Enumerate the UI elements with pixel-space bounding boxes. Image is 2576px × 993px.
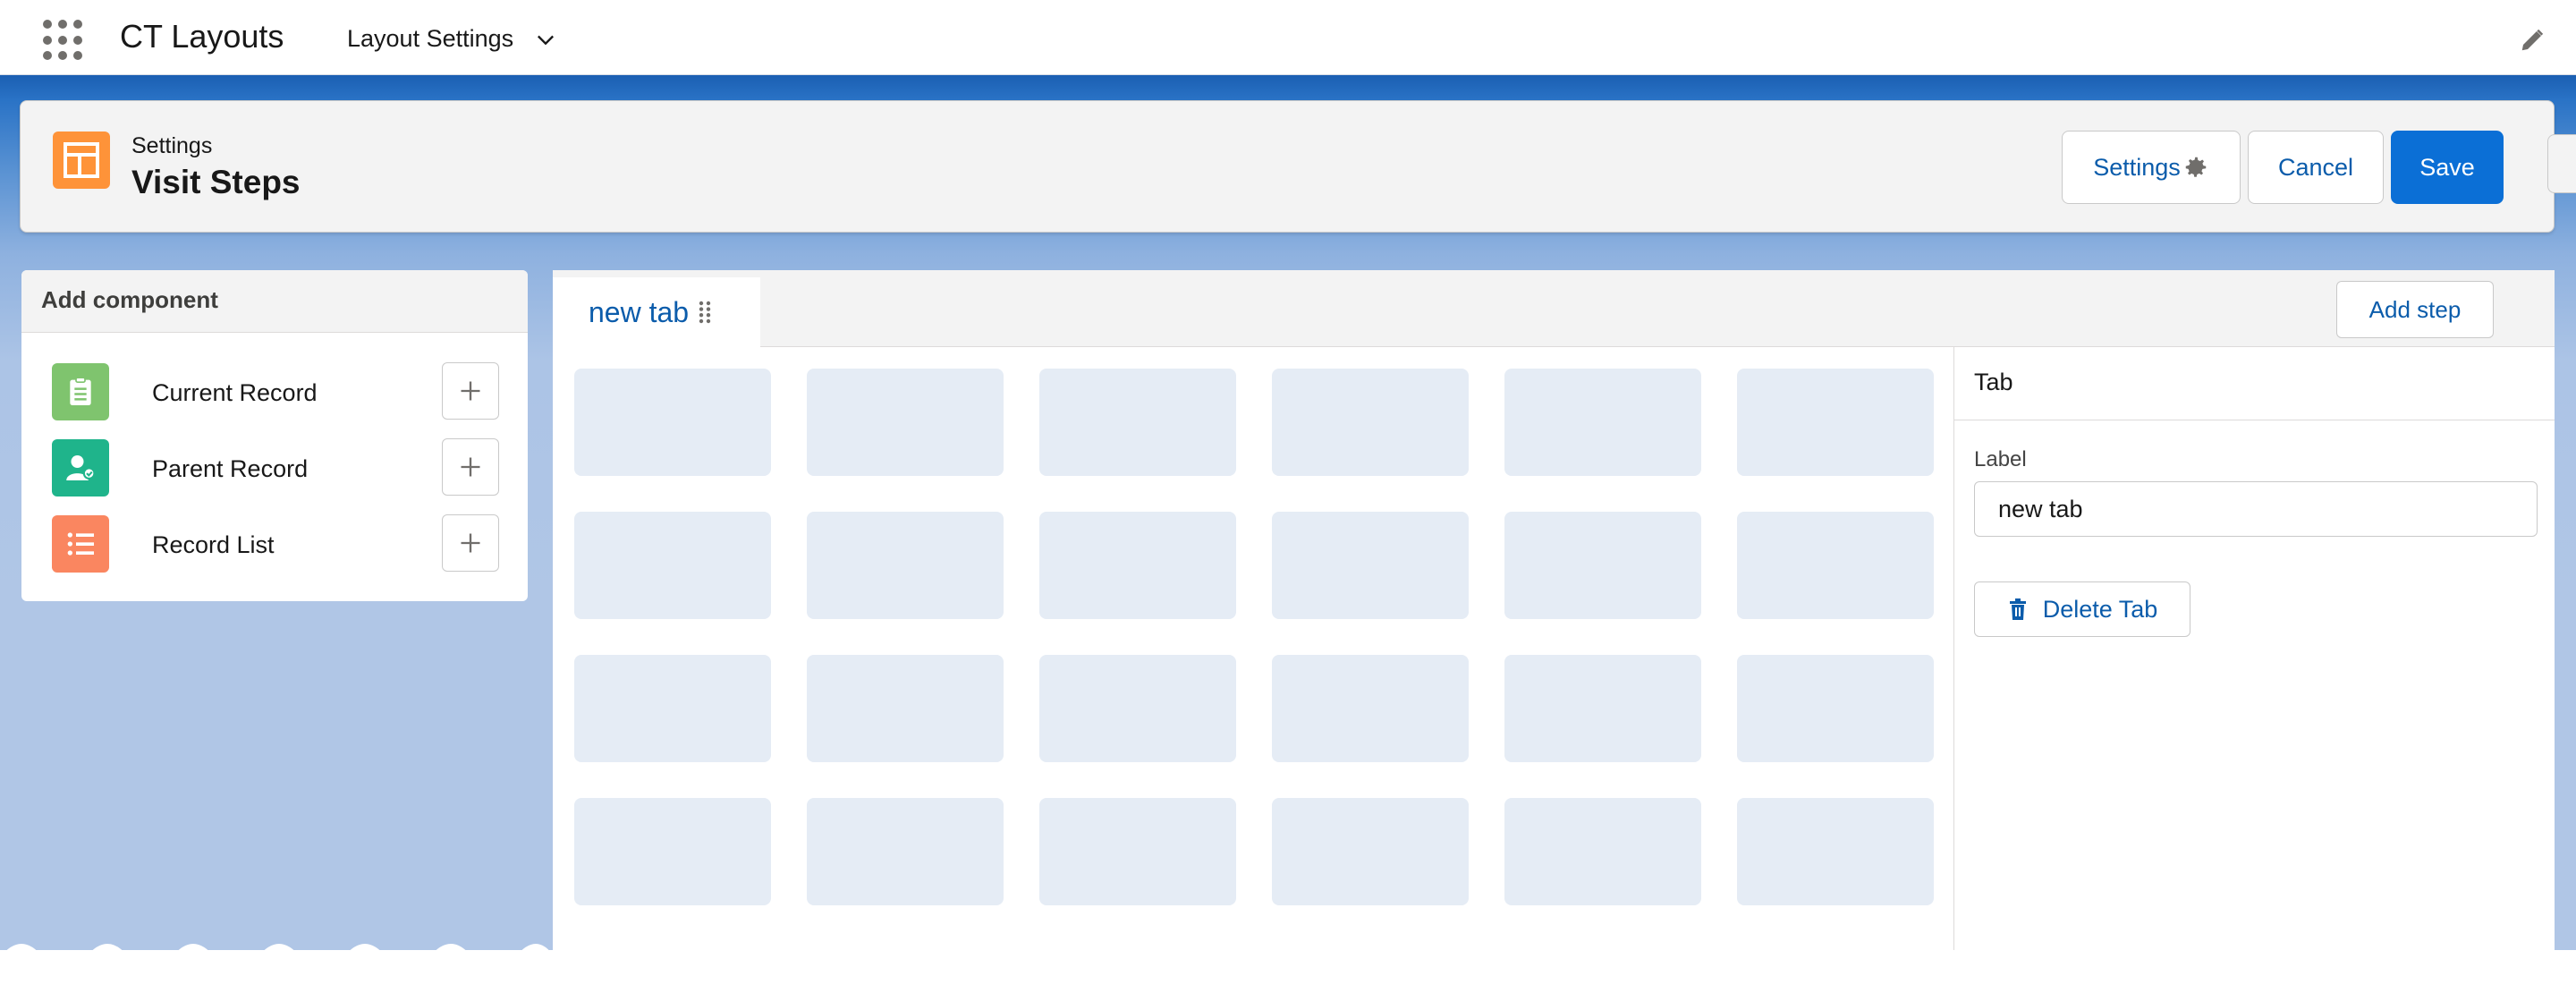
grid-placeholder[interactable]	[574, 655, 771, 762]
properties-panel: Tab Label new tab Delete Tab	[1953, 347, 2555, 950]
settings-button[interactable]: Settings	[2062, 131, 2241, 204]
top-navigation: CT Layouts Layout Settings	[0, 0, 2576, 75]
component-item-parent-record: Parent Record	[21, 437, 528, 500]
side-panel-toggle[interactable]	[2547, 134, 2576, 193]
user-group-icon	[52, 439, 109, 496]
grid-placeholder[interactable]	[1737, 798, 1934, 905]
tab-label-input[interactable]: new tab	[1974, 481, 2538, 537]
cancel-button[interactable]: Cancel	[2248, 131, 2384, 204]
add-current-record-button[interactable]	[442, 362, 499, 420]
grid-placeholder[interactable]	[1737, 512, 1934, 619]
gear-icon	[2185, 157, 2207, 177]
drag-handle-icon[interactable]	[698, 300, 712, 325]
grid-placeholder[interactable]	[1039, 512, 1236, 619]
add-parent-record-button[interactable]	[442, 438, 499, 496]
grid-placeholder[interactable]	[1272, 798, 1469, 905]
add-component-panel: Add component Current Record Parent Reco…	[21, 270, 528, 601]
app-launcher-icon[interactable]	[43, 20, 84, 61]
component-label: Current Record	[152, 379, 318, 406]
save-button[interactable]: Save	[2391, 131, 2504, 204]
grid-placeholder[interactable]	[807, 655, 1004, 762]
add-step-button[interactable]: Add step	[2336, 281, 2494, 338]
layout-canvas: new tab Add step Tab Label new tab Delet…	[553, 270, 2555, 950]
page-header: Settings Visit Steps Settings Cancel Sav…	[20, 100, 2555, 233]
grid-placeholder[interactable]	[574, 798, 771, 905]
clipboard-icon	[52, 363, 109, 420]
nav-item-label: Layout Settings	[347, 25, 514, 52]
add-record-list-button[interactable]	[442, 514, 499, 572]
list-icon	[52, 515, 109, 573]
grid-placeholder[interactable]	[1039, 655, 1236, 762]
grid-placeholder[interactable]	[807, 512, 1004, 619]
delete-tab-label: Delete Tab	[2042, 595, 2158, 623]
grid-placeholder[interactable]	[807, 369, 1004, 476]
pencil-icon[interactable]	[2519, 27, 2546, 54]
grid-placeholder[interactable]	[574, 512, 771, 619]
page-bottom	[0, 950, 2576, 993]
grid-placeholder[interactable]	[1272, 512, 1469, 619]
component-item-current-record: Current Record	[21, 361, 528, 424]
trash-icon	[2009, 598, 2026, 620]
chevron-down-icon	[538, 35, 555, 45]
add-component-title: Add component	[21, 270, 528, 333]
grid-placeholder[interactable]	[1272, 655, 1469, 762]
plus-icon	[461, 533, 480, 553]
component-label: Record List	[152, 531, 275, 558]
grid-placeholder[interactable]	[1039, 798, 1236, 905]
tab-bar: new tab Add step	[553, 270, 2555, 347]
tab-new-tab[interactable]: new tab	[553, 277, 760, 347]
plus-icon	[461, 381, 480, 401]
grid-placeholder[interactable]	[1737, 369, 1934, 476]
layout-icon	[53, 132, 110, 189]
nav-item-layout-settings[interactable]: Layout Settings	[347, 25, 558, 53]
grid-placeholder[interactable]	[1737, 655, 1934, 762]
grid-placeholder[interactable]	[574, 369, 771, 476]
properties-title: Tab	[1954, 347, 2555, 420]
grid-placeholder[interactable]	[1272, 369, 1469, 476]
tab-label: new tab	[589, 295, 690, 328]
page-title: Visit Steps	[131, 164, 301, 200]
component-item-record-list: Record List	[21, 513, 528, 576]
app-name: CT Layouts	[120, 18, 284, 55]
grid-placeholder[interactable]	[1504, 369, 1701, 476]
settings-button-label: Settings	[2093, 153, 2181, 181]
delete-tab-button[interactable]: Delete Tab	[1974, 581, 2190, 637]
plus-icon	[461, 457, 480, 477]
grid-placeholder[interactable]	[807, 798, 1004, 905]
page-subtitle: Settings	[131, 133, 213, 158]
component-label: Parent Record	[152, 455, 309, 482]
grid-placeholder[interactable]	[1504, 512, 1701, 619]
label-field-caption: Label	[1974, 447, 2027, 471]
grid-placeholder[interactable]	[1504, 655, 1701, 762]
grid-placeholder[interactable]	[1039, 369, 1236, 476]
grid-placeholder[interactable]	[1504, 798, 1701, 905]
